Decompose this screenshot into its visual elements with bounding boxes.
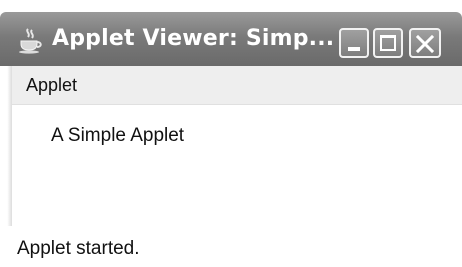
applet-content-area: A Simple Applet (12, 105, 462, 225)
status-bar: Applet started. (0, 226, 462, 267)
minimize-icon (348, 47, 360, 51)
menu-item-applet[interactable]: Applet (26, 75, 77, 96)
menu-bar: Applet (12, 66, 462, 105)
maximize-button[interactable] (373, 28, 403, 58)
applet-viewer-window: Applet Viewer: Simp... Applet A Simple A… (0, 0, 462, 267)
java-cup-icon[interactable] (16, 26, 44, 54)
maximize-icon (380, 35, 396, 51)
title-bar[interactable]: Applet Viewer: Simp... (0, 12, 462, 66)
close-button[interactable] (409, 28, 441, 58)
window-title: Applet Viewer: Simp... (52, 26, 335, 51)
status-text: Applet started. (17, 238, 140, 259)
applet-text: A Simple Applet (51, 125, 185, 146)
minimize-button[interactable] (339, 28, 369, 58)
close-icon (415, 34, 435, 54)
